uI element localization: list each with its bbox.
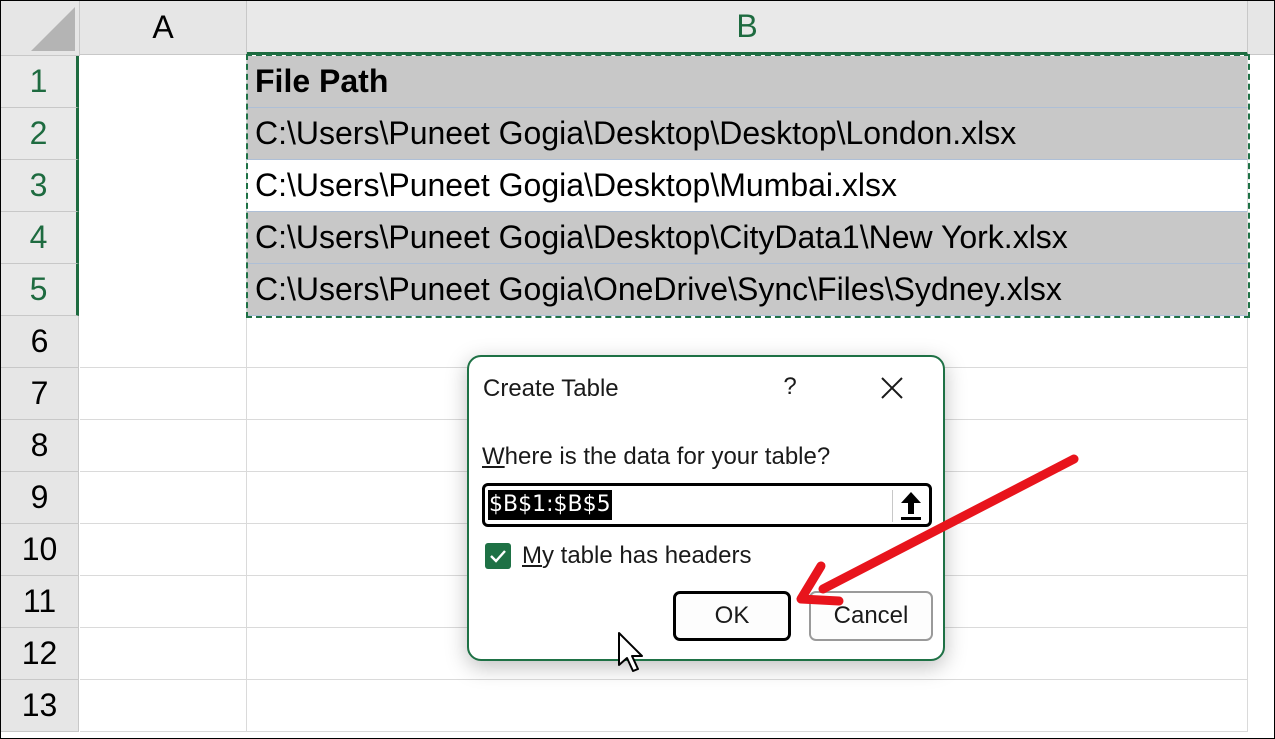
collapse-range-button[interactable] (897, 490, 925, 522)
row-header-6[interactable]: 6 (1, 316, 79, 368)
checkbox-access-key: M (522, 542, 542, 569)
create-table-dialog: Create Table ? Where is the data for you… (467, 355, 945, 661)
cell-a5[interactable] (80, 264, 247, 316)
row-header-10[interactable]: 10 (1, 524, 79, 576)
cell-a11[interactable] (80, 576, 247, 628)
cell-a1[interactable] (80, 56, 247, 108)
row-header-13[interactable]: 13 (1, 680, 79, 732)
dialog-title: Create Table (483, 375, 619, 402)
row-header-3[interactable]: 3 (1, 160, 79, 212)
cell-a12[interactable] (80, 628, 247, 680)
cell-a3[interactable] (80, 160, 247, 212)
row-header-4[interactable]: 4 (1, 212, 79, 264)
ok-button[interactable]: OK (673, 591, 791, 641)
cell-a6[interactable] (80, 316, 247, 368)
headers-checkbox-label[interactable]: My table has headers (522, 542, 751, 570)
cell-b1[interactable]: File Path (247, 56, 1248, 108)
cell-b5[interactable]: C:\Users\Puneet Gogia\OneDrive\Sync\File… (247, 264, 1248, 316)
cell-a8[interactable] (80, 420, 247, 472)
cell-b3[interactable]: C:\Users\Puneet Gogia\Desktop\Mumbai.xls… (247, 160, 1248, 212)
spreadsheet-window: A B 1 2 3 4 5 6 7 8 9 10 11 12 13 File P… (0, 0, 1275, 739)
mouse-cursor-icon (618, 632, 643, 672)
range-divider (892, 490, 893, 522)
close-icon (881, 377, 903, 399)
row-header-2[interactable]: 2 (1, 108, 79, 160)
cell-b13[interactable] (247, 680, 1248, 732)
cell-a13[interactable] (80, 680, 247, 732)
cell-a7[interactable] (80, 368, 247, 420)
range-input[interactable]: $B$1:$B$5 (488, 490, 612, 520)
checkmark-icon (490, 550, 506, 563)
cell-a2[interactable] (80, 108, 247, 160)
range-prompt-label: Where is the data for your table? (482, 443, 830, 471)
cell-b2[interactable]: C:\Users\Puneet Gogia\Desktop\Desktop\Lo… (247, 108, 1248, 160)
close-button[interactable] (877, 373, 907, 403)
cell-a4[interactable] (80, 212, 247, 264)
cell-b4[interactable]: C:\Users\Puneet Gogia\Desktop\CityData1\… (247, 212, 1248, 264)
row-header-8[interactable]: 8 (1, 420, 79, 472)
row-header-5[interactable]: 5 (1, 264, 79, 316)
column-header-b[interactable]: B (247, 1, 1248, 55)
headers-checkbox[interactable] (485, 543, 511, 569)
select-all-triangle-icon (31, 7, 75, 51)
row-header-7[interactable]: 7 (1, 368, 79, 420)
row-header-9[interactable]: 9 (1, 472, 79, 524)
row-header-11[interactable]: 11 (1, 576, 79, 628)
cancel-button[interactable]: Cancel (809, 591, 933, 641)
help-button[interactable]: ? (779, 373, 801, 401)
column-header-a[interactable]: A (80, 1, 247, 55)
prompt-access-key: W (482, 443, 505, 470)
cell-a10[interactable] (80, 524, 247, 576)
cell-a9[interactable] (80, 472, 247, 524)
select-all-corner[interactable] (1, 1, 80, 56)
column-header-c-partial[interactable] (1248, 1, 1274, 55)
checkbox-text: y table has headers (542, 542, 752, 569)
row-header-1[interactable]: 1 (1, 56, 79, 108)
upload-arrow-icon (901, 492, 921, 520)
prompt-text: here is the data for your table? (504, 443, 831, 470)
range-field[interactable]: $B$1:$B$5 (482, 483, 932, 527)
row-header-12[interactable]: 12 (1, 628, 79, 680)
